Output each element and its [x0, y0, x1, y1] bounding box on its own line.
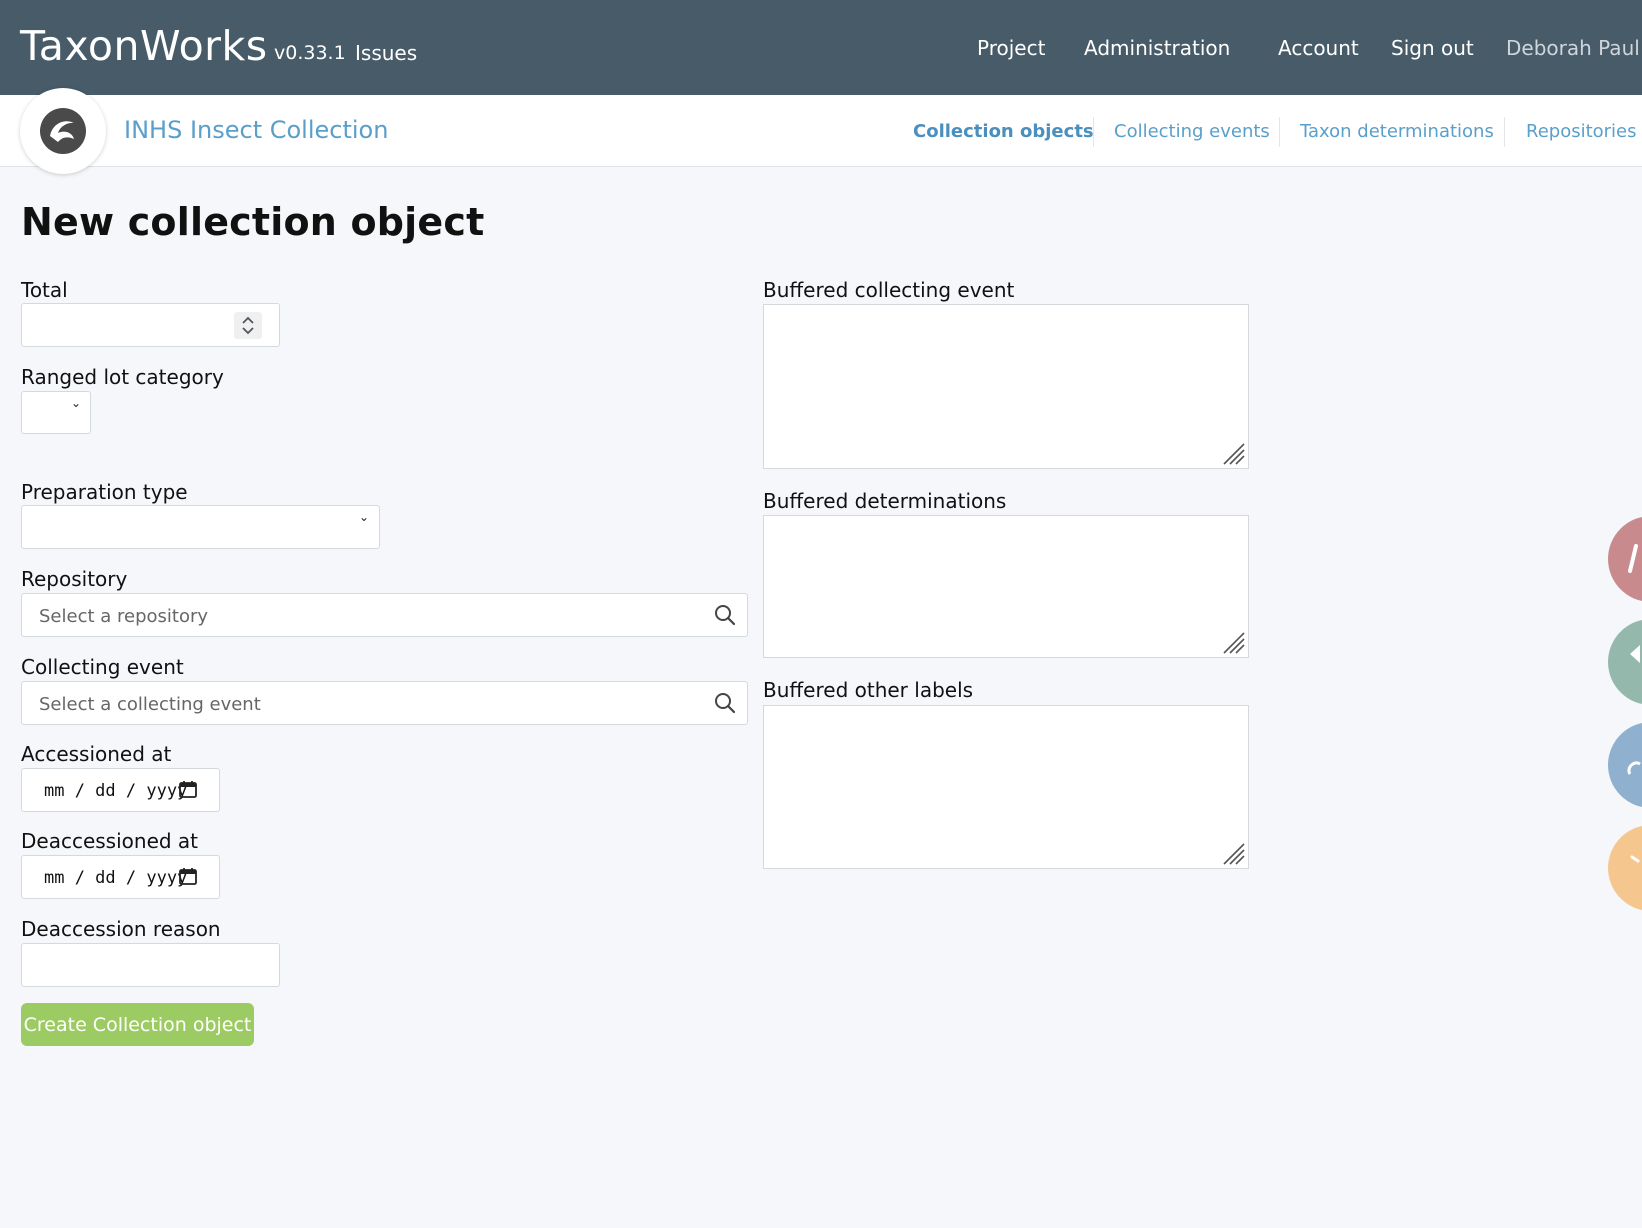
shape-tool-icon	[1628, 544, 1638, 573]
total-label: Total	[21, 278, 68, 302]
project-emblem-icon	[40, 108, 86, 154]
deaccessioned-at-date-input[interactable]: mm / dd / yyyy	[21, 855, 220, 899]
repository-placeholder: Select a repository	[39, 606, 209, 627]
nav-sign-out[interactable]: Sign out	[1391, 36, 1474, 60]
version-label: v0.33.1	[274, 42, 346, 64]
project-name[interactable]: INHS Insect Collection	[124, 116, 388, 144]
chevron-down-icon: ⌄	[71, 396, 82, 410]
tab-taxon-determinations[interactable]: Taxon determinations	[1300, 121, 1494, 142]
deaccession-reason-input[interactable]	[21, 943, 280, 987]
tab-divider	[1093, 117, 1094, 147]
resize-handle-icon[interactable]	[1220, 440, 1246, 466]
collecting-event-search-input[interactable]: Select a collecting event	[21, 681, 748, 725]
number-stepper[interactable]	[234, 312, 262, 339]
accessioned-at-label: Accessioned at	[21, 742, 172, 766]
nav-project[interactable]: Project	[977, 36, 1045, 60]
buffered-other-labels-label: Buffered other labels	[763, 678, 974, 702]
tag-tool-icon	[1630, 855, 1640, 863]
ranged-lot-select[interactable]: ⌄	[21, 391, 91, 434]
nav-account[interactable]: Account	[1278, 36, 1359, 60]
collecting-event-placeholder: Select a collecting event	[39, 694, 261, 715]
pointer-tool-icon	[1630, 645, 1640, 663]
buffered-collecting-event-label: Buffered collecting event	[763, 278, 1015, 302]
search-icon	[715, 605, 736, 626]
preparation-type-label: Preparation type	[21, 480, 188, 504]
resize-handle-icon[interactable]	[1220, 629, 1246, 655]
brand-logo-text[interactable]: TaxonWorks	[20, 22, 268, 70]
stepper-arrows-icon	[242, 316, 254, 335]
side-action-1[interactable]	[1608, 516, 1642, 602]
chevron-down-icon: ⌄	[359, 510, 370, 524]
deaccessioned-at-label: Deaccessioned at	[21, 829, 199, 853]
ranged-lot-label: Ranged lot category	[21, 365, 224, 389]
current-user[interactable]: Deborah Paul	[1506, 36, 1640, 60]
side-action-3[interactable]	[1608, 722, 1642, 808]
repository-search-input[interactable]: Select a repository	[21, 593, 748, 637]
tab-collecting-events[interactable]: Collecting events	[1114, 121, 1270, 142]
deaccession-reason-label: Deaccession reason	[21, 917, 221, 941]
create-collection-object-button[interactable]: Create Collection object	[21, 1003, 254, 1046]
tab-divider	[1504, 117, 1505, 147]
top-navbar: TaxonWorks v0.33.1 Issues Project Admini…	[0, 0, 1642, 95]
nav-administration[interactable]: Administration	[1084, 36, 1230, 60]
link-tool-icon	[1627, 761, 1641, 775]
total-number-input[interactable]	[21, 303, 280, 347]
resize-handle-icon[interactable]	[1220, 840, 1246, 866]
accessioned-date-value: mm / dd / yyyy	[44, 781, 188, 801]
tab-repositories[interactable]: Repositories	[1526, 121, 1637, 142]
buffered-determinations-label: Buffered determinations	[763, 489, 1007, 513]
buffered-determinations-textarea[interactable]	[763, 515, 1249, 658]
collecting-event-label: Collecting event	[21, 655, 184, 679]
page-title: New collection object	[21, 200, 485, 244]
side-action-4[interactable]	[1608, 825, 1642, 911]
buffered-collecting-event-textarea[interactable]	[763, 304, 1249, 469]
search-icon	[715, 693, 736, 714]
tab-divider	[1279, 117, 1280, 147]
tab-collection-objects[interactable]: Collection objects	[913, 121, 1094, 142]
repository-label: Repository	[21, 567, 128, 591]
calendar-icon[interactable]	[179, 780, 197, 798]
calendar-icon[interactable]	[179, 867, 197, 885]
project-logo[interactable]	[20, 88, 106, 174]
issues-link[interactable]: Issues	[355, 41, 417, 65]
buffered-other-labels-textarea[interactable]	[763, 705, 1249, 869]
deaccessioned-date-value: mm / dd / yyyy	[44, 868, 188, 888]
side-action-2[interactable]	[1608, 619, 1642, 705]
preparation-type-select[interactable]: ⌄	[21, 505, 380, 549]
accessioned-at-date-input[interactable]: mm / dd / yyyy	[21, 768, 220, 812]
